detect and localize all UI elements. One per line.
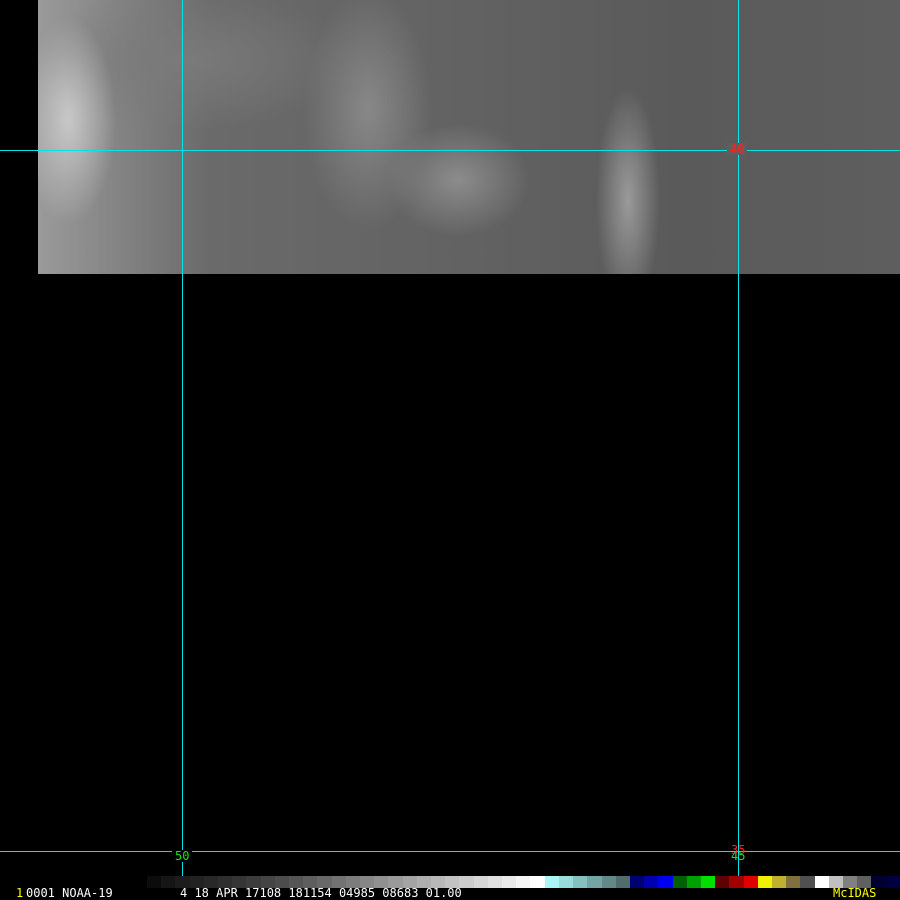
color-bar-swatch [544, 876, 559, 888]
latitude-line-bottom [0, 851, 900, 852]
color-bar-swatch [558, 876, 574, 888]
color-bar-swatch [502, 876, 517, 888]
color-bar-swatch [715, 876, 730, 888]
mcidas-brand: McIDAS [833, 886, 877, 900]
color-bar-swatch [147, 876, 162, 888]
color-bar-swatch [516, 876, 531, 888]
lat-label-top: 40 [727, 143, 748, 155]
color-bar-swatch [573, 876, 588, 888]
color-bar-swatch [771, 876, 787, 888]
color-bar-swatch [530, 876, 545, 888]
color-bar-swatch [800, 876, 815, 888]
image-info: 0001 NOAA-19 [26, 886, 113, 900]
color-bar-swatch [743, 876, 758, 888]
frame-number: 1 [16, 886, 24, 900]
color-bar-swatch [629, 876, 645, 888]
color-bar-swatch [161, 876, 176, 888]
color-bar-swatch [487, 876, 503, 888]
color-bar-swatch [729, 876, 744, 888]
color-bar-swatch [757, 876, 772, 888]
lat-label-bottom: 35 [731, 843, 746, 857]
color-bar-swatch [473, 876, 488, 888]
color-bar-swatch [644, 876, 659, 888]
longitude-line-right [738, 0, 739, 876]
color-bar-swatch [587, 876, 602, 888]
color-bar-swatch [601, 876, 616, 888]
color-bar-swatch [786, 876, 801, 888]
color-bar-swatch [700, 876, 716, 888]
lon-label-left: 50 [172, 850, 193, 862]
color-bar-swatch [615, 876, 630, 888]
latitude-line-top [0, 150, 900, 151]
color-bar-swatch [658, 876, 673, 888]
color-bar-swatch [686, 876, 701, 888]
image-details: 4 18 APR 17108 181154 04985 08683 01.00 [180, 886, 462, 900]
color-bar-swatch [885, 876, 900, 888]
color-bar-swatch [814, 876, 829, 888]
longitude-line-left [182, 0, 183, 876]
satellite-image [38, 0, 900, 274]
color-bar-swatch [672, 876, 687, 888]
